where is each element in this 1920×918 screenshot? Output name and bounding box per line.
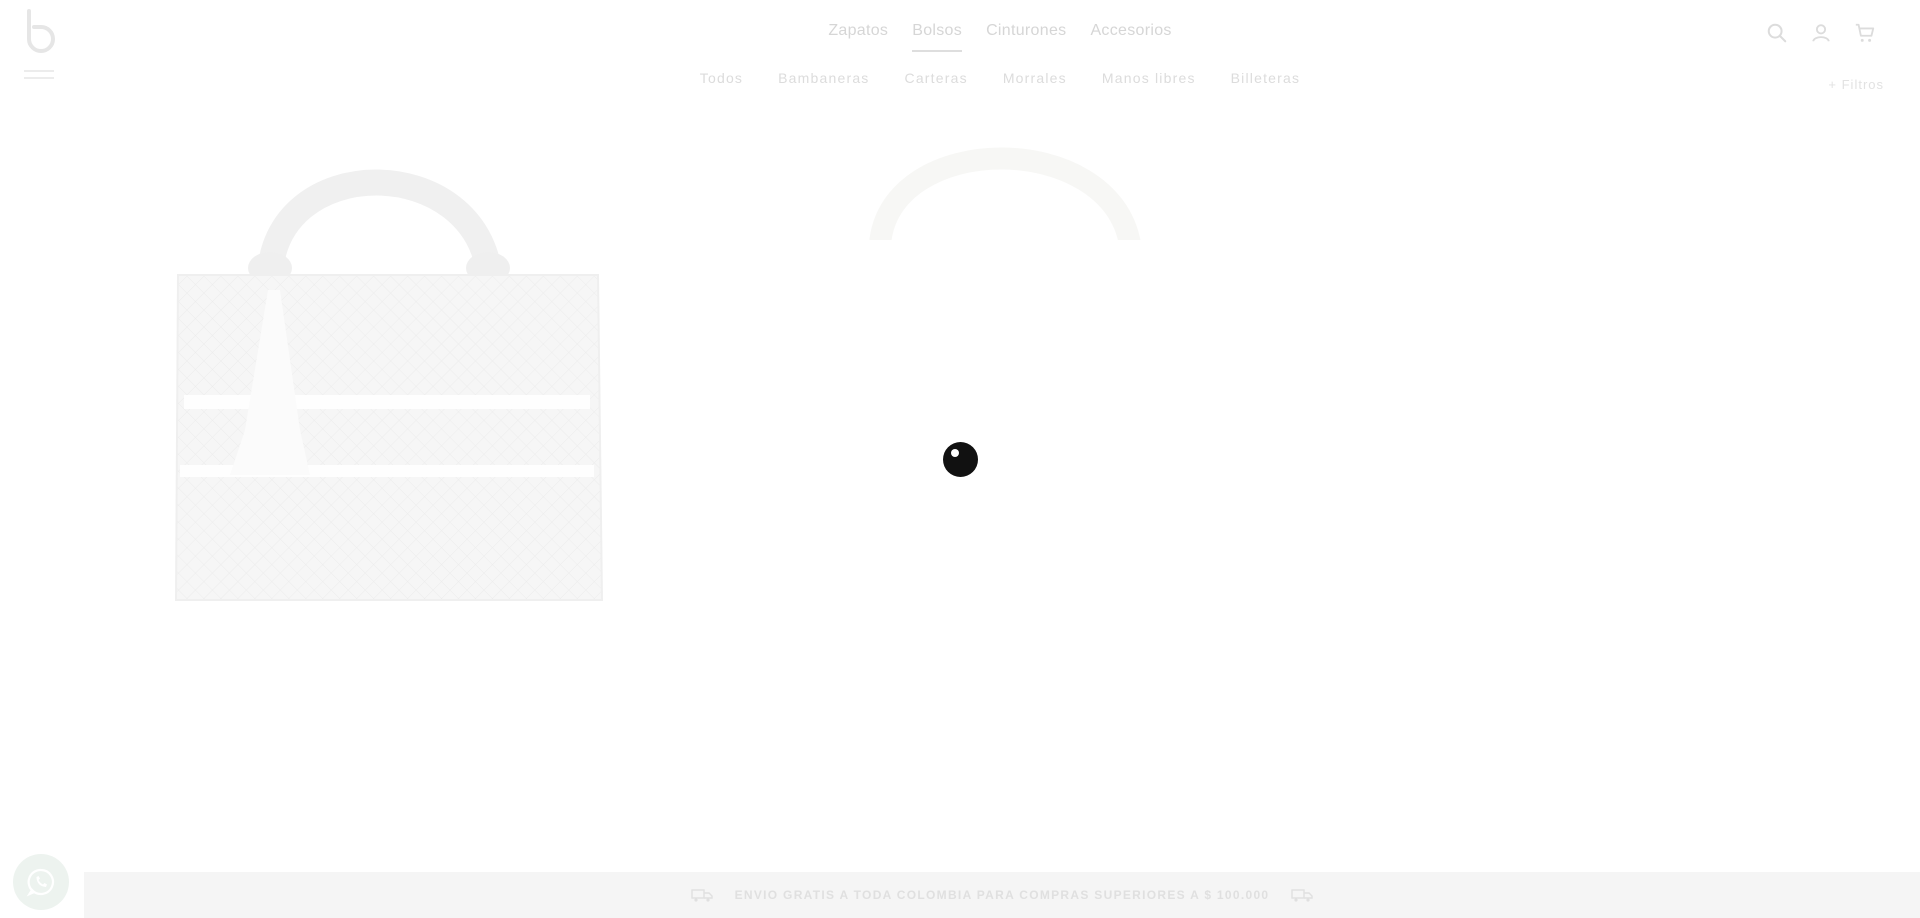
sub-nav: Todos Bambaneras Carteras Morrales Manos… <box>0 70 1920 86</box>
subnav-item-todos[interactable]: Todos <box>700 70 743 86</box>
nav-item-bolsos[interactable]: Bolsos <box>912 22 963 52</box>
promo-text: ENVIO GRATIS A TODA COLOMBIA PARA COMPRA… <box>734 888 1270 902</box>
filter-link[interactable]: + Filtros <box>1828 77 1884 92</box>
loading-spinner-icon <box>943 442 978 477</box>
truck-icon <box>1291 889 1314 902</box>
search-icon[interactable] <box>1766 22 1788 44</box>
whatsapp-button[interactable] <box>13 854 69 910</box>
subnav-item-bambaneras[interactable]: Bambaneras <box>778 70 869 86</box>
promo-bar: ENVIO GRATIS A TODA COLOMBIA PARA COMPRA… <box>84 872 1920 918</box>
subnav-item-manos-libres[interactable]: Manos libres <box>1102 70 1196 86</box>
subnav-item-billeteras[interactable]: Billeteras <box>1231 70 1301 86</box>
truck-icon <box>690 889 713 902</box>
subnav-item-carteras[interactable]: Carteras <box>905 70 968 86</box>
user-icon[interactable] <box>1810 22 1832 44</box>
subnav-item-morrales[interactable]: Morrales <box>1003 70 1067 86</box>
whatsapp-icon <box>26 868 55 897</box>
cart-icon[interactable] <box>1854 22 1876 44</box>
nav-item-zapatos[interactable]: Zapatos <box>828 22 888 52</box>
product-image-tote-bag[interactable] <box>170 140 610 610</box>
nav-item-cinturones[interactable]: Cinturones <box>986 22 1066 52</box>
main-nav: Zapatos Bolsos Cinturones Accesorios <box>0 22 1920 52</box>
product-image-bag-loading[interactable] <box>860 140 1150 246</box>
nav-item-accesorios[interactable]: Accesorios <box>1090 22 1171 52</box>
page: Zapatos Bolsos Cinturones Accesorios Tod… <box>0 0 1920 918</box>
header-icons <box>1766 22 1876 44</box>
